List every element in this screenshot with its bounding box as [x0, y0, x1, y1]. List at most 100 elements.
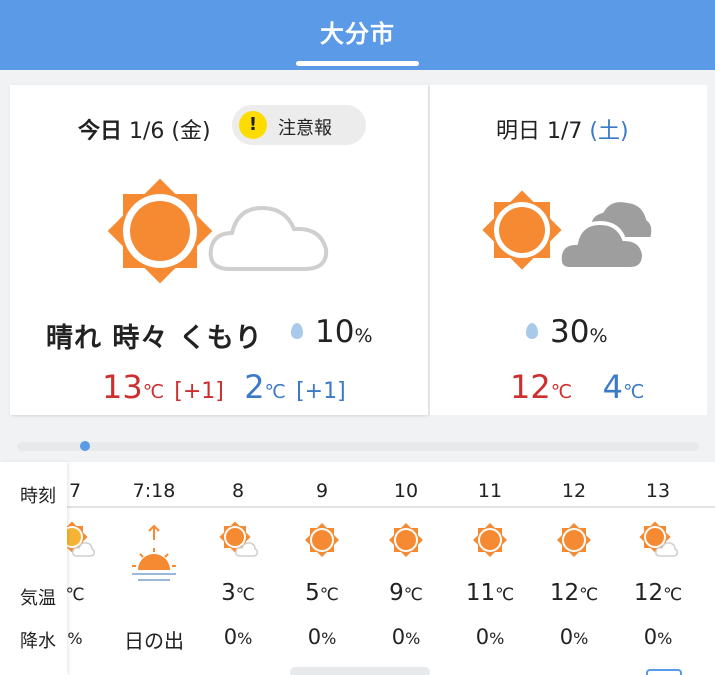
sun-icon	[389, 523, 423, 557]
hourly-forecast[interactable]: 7 ℃ % 時刻 気温 降水 7:18 日の出 8 3℃ 0% 9 5℃ 0% …	[0, 462, 715, 675]
today-date: 今日 1/6 (金)	[78, 113, 211, 145]
hour-temp: 9℃	[366, 580, 446, 606]
hour-col-sunrise: 7:18 日の出	[114, 462, 194, 675]
hour-temp-value: 3	[221, 580, 236, 606]
hour-precip: 0%	[198, 625, 278, 649]
tomorrow-weekday: (土)	[589, 119, 629, 144]
hour-precip-value: 0	[475, 625, 490, 649]
today-precip-value: 10	[315, 314, 355, 350]
tomorrow-high: 12	[510, 368, 551, 406]
hour-temp-unit: ℃	[579, 585, 599, 605]
tomorrow-precip-unit: %	[589, 325, 608, 347]
hour-temp-value: 9	[389, 580, 404, 606]
hour-temp: 11℃	[450, 580, 530, 606]
today-precip: 10%	[291, 314, 373, 350]
label-temp: 気温	[20, 588, 56, 609]
hour-temp: 12℃	[534, 580, 614, 606]
hour-precip: 0%	[534, 625, 614, 649]
hour-temp: 5℃	[282, 580, 362, 606]
hour-precip: 0%	[618, 625, 698, 649]
sunrise-label: 日の出	[124, 629, 184, 653]
hour-col-8: 8 3℃ 0%	[198, 462, 278, 675]
sunrise-icon	[132, 524, 176, 581]
hour-precip: 0%	[282, 625, 362, 649]
hour-precip: 0%	[450, 625, 530, 649]
hour-time: 12	[561, 480, 587, 502]
timeline-track[interactable]	[17, 442, 699, 451]
hour-time: 11	[477, 480, 503, 502]
scroll-indicator[interactable]	[290, 667, 430, 675]
hour-col-9: 9 5℃ 0%	[282, 462, 362, 675]
hour-precip-unit: %	[237, 629, 253, 648]
toggle-button[interactable]	[646, 669, 682, 675]
hour-col-11: 11 11℃ 0%	[450, 462, 530, 675]
hour-temp: 12℃	[618, 580, 698, 606]
hour-temp-value: 11	[465, 580, 496, 606]
tomorrow-precip: 30%	[526, 314, 608, 350]
hour-precip-value: 0	[559, 625, 574, 649]
hour-precip: 0%	[366, 625, 446, 649]
today-low-unit: ℃	[264, 381, 286, 403]
sun-with-dark-cloud-icon	[482, 190, 656, 271]
sun-cloud-icon	[219, 521, 258, 557]
hour-precip-unit: %	[489, 629, 505, 648]
sun-icon	[473, 523, 507, 557]
tomorrow-high-unit: ℃	[550, 381, 573, 403]
tomorrow-temps: 12℃ 4℃	[510, 368, 644, 406]
hour-precip-value: 0	[307, 625, 322, 649]
sun-with-cloud-icon	[107, 178, 329, 284]
active-tab-indicator	[296, 61, 419, 66]
raindrop-icon	[526, 323, 538, 339]
hour-temp-unit: ℃	[65, 585, 85, 605]
today-card[interactable]: 今日 1/6 (金) ! 注意報 晴れ 時々 くもり 10% 13℃ [+1] …	[10, 85, 428, 415]
hour-temp-unit: ℃	[495, 585, 515, 605]
hour-precip-unit: %	[321, 629, 337, 648]
today-low: 2	[244, 368, 265, 406]
hour-time: 10	[393, 480, 419, 502]
today-high-unit: ℃	[142, 381, 165, 403]
sun-icon	[305, 523, 339, 557]
hour-precip-unit: %	[405, 629, 421, 648]
hour-temp-value: 12	[549, 580, 580, 606]
hour-precip-unit: %	[573, 629, 589, 648]
hour-temp: 3℃	[198, 580, 278, 606]
tomorrow-label: 明日	[496, 119, 541, 144]
hour-precip-unit: %	[657, 629, 673, 648]
header-bar: 大分市	[0, 0, 715, 70]
hour-col-12: 12 12℃ 0%	[534, 462, 614, 675]
hour-precip-unit: %	[67, 629, 83, 648]
today-low-diff: [+1]	[296, 379, 346, 404]
city-title[interactable]: 大分市	[0, 14, 715, 49]
hour-temp-value: 12	[633, 580, 664, 606]
hour-precip-value: 0	[391, 625, 406, 649]
hour-temp-unit: ℃	[663, 585, 683, 605]
hour-temp-unit: ℃	[319, 585, 339, 605]
today-date-value: 1/6	[129, 119, 165, 144]
hour-precip-value: 0	[223, 625, 238, 649]
warning-icon: !	[239, 111, 267, 139]
hour-col-13: 13 12℃ 0%	[618, 462, 698, 675]
hour-time: 8	[231, 480, 245, 502]
label-time: 時刻	[20, 486, 56, 507]
sun-cloud-icon	[639, 521, 678, 557]
alert-label: 注意報	[278, 118, 332, 139]
tomorrow-low: 4	[602, 368, 623, 406]
today-label: 今日	[78, 119, 123, 144]
hour-time: 7:18	[132, 480, 176, 502]
label-precip: 降水	[20, 631, 56, 652]
weather-description: 晴れ 時々 くもり	[46, 323, 263, 354]
hour-temp-value: 5	[305, 580, 320, 606]
tomorrow-low-unit: ℃	[622, 381, 645, 403]
tomorrow-card[interactable]: 明日 1/7 (土) 30% 12℃ 4℃	[430, 85, 707, 415]
hour-col-10: 10 9℃ 0%	[366, 462, 446, 675]
tomorrow-date-value: 1/7	[547, 119, 583, 144]
tomorrow-date: 明日 1/7 (土)	[496, 113, 629, 145]
today-weekday: (金)	[171, 119, 211, 144]
hour-temp-unit: ℃	[235, 585, 255, 605]
raindrop-icon	[291, 323, 303, 339]
hour-temp-unit: ℃	[403, 585, 423, 605]
row-labels: 時刻 気温 降水	[0, 462, 67, 675]
alert-badge[interactable]: ! 注意報	[232, 105, 366, 145]
today-high-diff: [+1]	[174, 379, 224, 404]
today-precip-unit: %	[354, 325, 373, 347]
